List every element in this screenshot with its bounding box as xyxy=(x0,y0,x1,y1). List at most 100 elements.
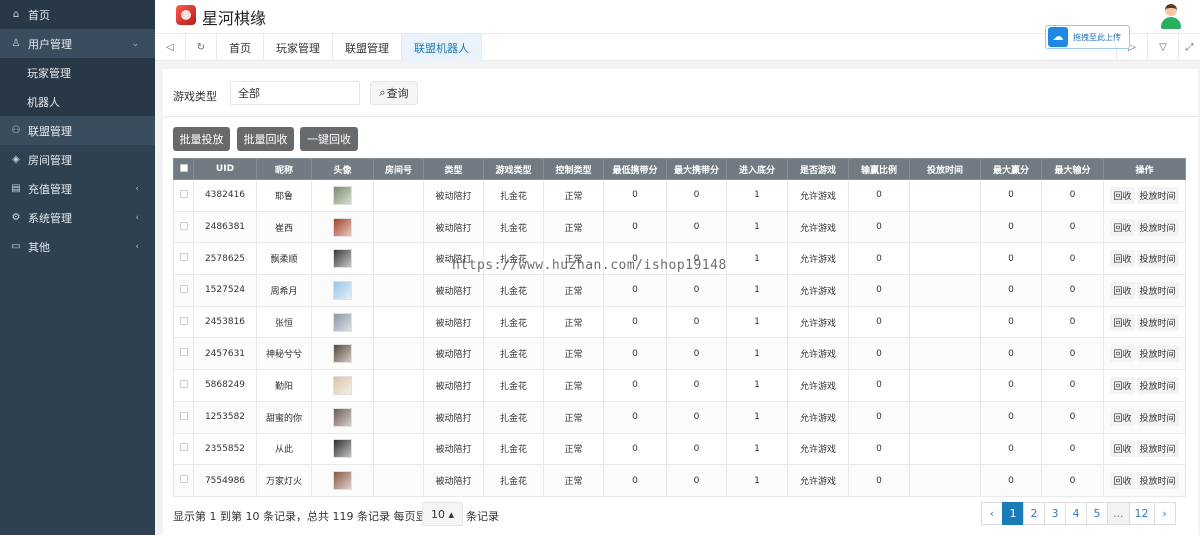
row-checkbox[interactable] xyxy=(173,274,194,307)
cell-max-lose: 0 xyxy=(1041,432,1104,466)
select-all-checkbox[interactable] xyxy=(173,158,194,180)
row-checkbox[interactable] xyxy=(173,337,194,371)
put-time-button[interactable]: 投放时间 xyxy=(1136,313,1179,331)
tab-home[interactable]: 首页 xyxy=(217,34,264,61)
row-checkbox[interactable] xyxy=(173,464,194,497)
recall-button[interactable]: 回收 xyxy=(1110,376,1135,394)
put-time-button[interactable]: 投放时间 xyxy=(1136,408,1179,426)
page-5[interactable]: 5 xyxy=(1086,502,1108,525)
col-can-play[interactable]: 是否游戏 xyxy=(787,158,849,180)
row-checkbox[interactable] xyxy=(173,400,194,434)
game-type-input[interactable]: 全部 xyxy=(230,81,360,105)
put-time-button[interactable]: 投放时间 xyxy=(1136,186,1179,204)
page-12[interactable]: 12 xyxy=(1128,502,1155,525)
row-checkbox[interactable] xyxy=(173,179,194,212)
sidebar-subitem-players[interactable]: 玩家管理 xyxy=(0,58,155,87)
batch-put-button[interactable]: 批量投放 xyxy=(173,127,230,151)
row-checkbox[interactable] xyxy=(173,210,194,244)
col-win-ratio[interactable]: 输赢比例 xyxy=(848,158,910,180)
put-time-button[interactable]: 投放时间 xyxy=(1136,440,1179,458)
tab-menu-icon[interactable]: ▽ xyxy=(1147,34,1178,61)
sidebar-item-rooms[interactable]: ◈ 房间管理 xyxy=(0,145,155,174)
table-row: 7554986 万家灯火 被动陪打 扎金花 正常 0 0 1 允许游戏 0 0 0 回收 投放时间 xyxy=(173,464,1186,497)
avatar-image xyxy=(333,249,352,269)
put-time-button[interactable]: 投放时间 xyxy=(1136,345,1179,363)
sidebar-subitem-robots[interactable]: 机器人 xyxy=(0,87,155,116)
col-game-type[interactable]: 游戏类型 xyxy=(483,158,544,180)
recall-button[interactable]: 回收 xyxy=(1110,186,1135,204)
table-row: 1527524 周希月 被动陪打 扎金花 正常 0 0 1 允许游戏 0 0 0 回收 投放时间 xyxy=(173,274,1186,307)
recall-button[interactable]: 回收 xyxy=(1110,250,1135,268)
col-put-time[interactable]: 投放时间 xyxy=(909,158,981,180)
page-4[interactable]: 4 xyxy=(1065,502,1087,525)
cell-control-type: 正常 xyxy=(543,305,604,339)
row-checkbox[interactable] xyxy=(173,369,194,402)
row-checkbox[interactable] xyxy=(173,305,194,339)
tab-players[interactable]: 玩家管理 xyxy=(264,34,333,61)
recall-button[interactable]: 回收 xyxy=(1110,218,1135,236)
pagination-prev-icon[interactable]: ‹ xyxy=(981,502,1003,525)
col-nick[interactable]: 昵称 xyxy=(256,158,312,180)
tab-alliance-robots[interactable]: 联盟机器人 xyxy=(402,34,482,61)
col-min-carry[interactable]: 最低携带分 xyxy=(603,158,667,180)
col-type[interactable]: 类型 xyxy=(423,158,484,180)
recall-button[interactable]: 回收 xyxy=(1110,345,1135,363)
cell-control-type: 正常 xyxy=(543,210,604,244)
col-entry-base[interactable]: 进入底分 xyxy=(726,158,788,180)
col-room[interactable]: 房间号 xyxy=(373,158,424,180)
pagination-next-icon[interactable]: › xyxy=(1153,502,1176,525)
sidebar-item-label: 系统管理 xyxy=(28,211,72,225)
cell-can-play: 允许游戏 xyxy=(787,305,849,339)
cell-max-carry: 0 xyxy=(666,305,727,339)
put-time-button[interactable]: 投放时间 xyxy=(1136,472,1179,490)
row-checkbox[interactable] xyxy=(173,242,194,276)
cell-nick: 飘柔顺 xyxy=(256,242,312,276)
sidebar-item-other[interactable]: ▭ 其他 ‹ xyxy=(0,232,155,261)
col-avatar[interactable]: 头像 xyxy=(311,158,374,180)
cell-max-win: 0 xyxy=(980,464,1042,497)
page-2[interactable]: 2 xyxy=(1023,502,1045,525)
put-time-button[interactable]: 投放时间 xyxy=(1136,376,1179,394)
fullscreen-icon[interactable]: ⤢ xyxy=(1178,34,1200,61)
cell-win-ratio: 0 xyxy=(848,337,910,371)
col-max-lose[interactable]: 最大输分 xyxy=(1041,158,1104,180)
tab-scroll-left-icon[interactable]: ◁ xyxy=(155,34,186,61)
recall-button[interactable]: 回收 xyxy=(1110,472,1135,490)
col-max-carry[interactable]: 最大携带分 xyxy=(666,158,727,180)
tab-alliance[interactable]: 联盟管理 xyxy=(333,34,402,61)
row-checkbox[interactable] xyxy=(173,432,194,466)
sidebar-item-alliance[interactable]: ⚇ 联盟管理 xyxy=(0,116,155,145)
cell-entry-base: 1 xyxy=(726,369,788,402)
col-control-type[interactable]: 控制类型 xyxy=(543,158,604,180)
sidebar-item-home[interactable]: ⌂ 首页 xyxy=(0,0,155,29)
one-click-recall-button[interactable]: 一键回收 xyxy=(300,127,358,151)
cell-avatar xyxy=(311,242,374,276)
recall-button[interactable]: 回收 xyxy=(1110,281,1135,299)
batch-recall-button[interactable]: 批量回收 xyxy=(237,127,294,151)
put-time-button[interactable]: 投放时间 xyxy=(1136,281,1179,299)
recall-button[interactable]: 回收 xyxy=(1110,313,1135,331)
cell-avatar xyxy=(311,464,374,497)
page-size-select[interactable]: 10 ▴ xyxy=(422,502,463,526)
col-max-win[interactable]: 最大赢分 xyxy=(980,158,1042,180)
sidebar-item-label: 其他 xyxy=(28,240,50,254)
cell-game-type: 扎金花 xyxy=(483,274,544,307)
put-time-button[interactable]: 投放时间 xyxy=(1136,218,1179,236)
col-uid[interactable]: UID xyxy=(193,158,257,180)
query-button[interactable]: ⌕ 查询 xyxy=(370,81,418,105)
cell-room xyxy=(373,400,424,434)
refresh-icon[interactable]: ↻ xyxy=(186,34,217,61)
page-1[interactable]: 1 xyxy=(1002,502,1024,525)
drag-upload-widget[interactable]: ☁ 拖拽至此上传 xyxy=(1045,25,1130,49)
sidebar-item-system[interactable]: ⚙ 系统管理 ‹ xyxy=(0,203,155,232)
recall-button[interactable]: 回收 xyxy=(1110,408,1135,426)
put-time-button[interactable]: 投放时间 xyxy=(1136,250,1179,268)
cell-min-carry: 0 xyxy=(603,210,667,244)
sidebar-item-recharge[interactable]: ▤ 充值管理 ‹ xyxy=(0,174,155,203)
user-avatar[interactable] xyxy=(1159,3,1183,29)
recall-button[interactable]: 回收 xyxy=(1110,440,1135,458)
cell-uid: 1527524 xyxy=(193,274,257,307)
sidebar-item-user-management[interactable]: ♙ 用户管理 ⌄ xyxy=(0,29,155,58)
cell-avatar xyxy=(311,432,374,466)
page-3[interactable]: 3 xyxy=(1044,502,1066,525)
